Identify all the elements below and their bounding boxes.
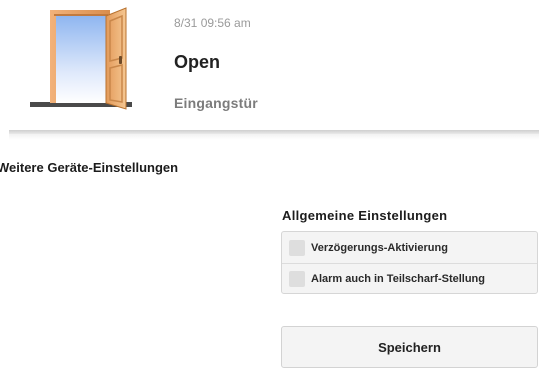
setting-alarm-partial-arm[interactable]: Alarm auch in Teilscharf-Stellung xyxy=(282,263,537,294)
save-button[interactable]: Speichern xyxy=(281,326,538,368)
general-settings-panel: Verzögerungs-Aktivierung Alarm auch in T… xyxy=(281,231,538,294)
divider-shadow xyxy=(9,134,539,140)
device-name: Eingangstür xyxy=(174,95,258,111)
setting-delayed-activation[interactable]: Verzögerungs-Aktivierung xyxy=(282,232,537,264)
open-door-icon xyxy=(28,6,136,110)
setting-label: Verzögerungs-Aktivierung xyxy=(311,241,448,254)
door-state: Open xyxy=(174,52,221,72)
delayed-activation-checkbox[interactable] xyxy=(289,239,305,256)
setting-label: Alarm auch in Teilscharf-Stellung xyxy=(311,272,485,285)
event-timestamp: 8/31 09:56 am xyxy=(174,16,251,30)
alarm-partial-arm-checkbox[interactable] xyxy=(289,270,305,287)
section-heading: Weitere Geräte-Einstellungen xyxy=(0,160,179,175)
general-settings-heading: Allgemeine Einstellungen xyxy=(282,208,448,223)
device-status-card: 8/31 09:56 am Open Eingangstür xyxy=(0,0,539,128)
